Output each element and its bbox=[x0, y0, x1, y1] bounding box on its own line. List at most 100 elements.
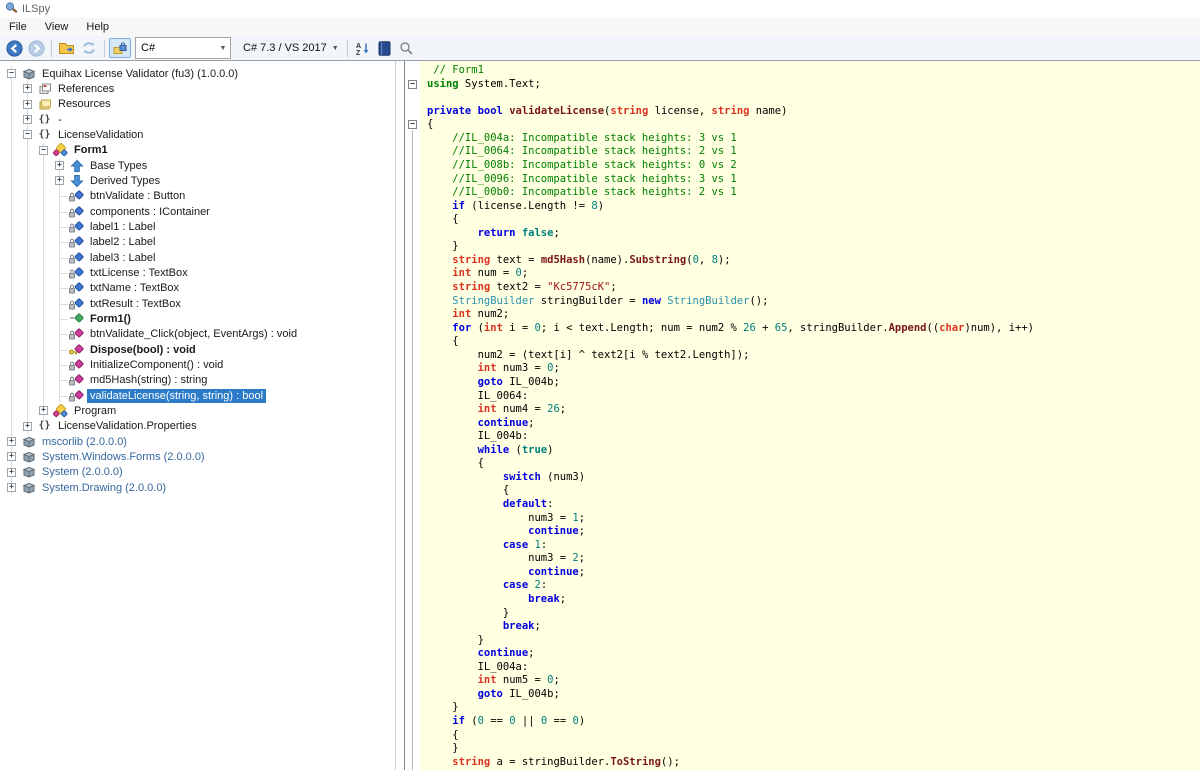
tree-item[interactable]: +System (2.0.0.0) bbox=[0, 465, 395, 480]
forward-button[interactable] bbox=[25, 38, 47, 58]
tree-item[interactable]: +System.Drawing (2.0.0.0) bbox=[0, 480, 395, 495]
expand-plus-icon[interactable]: + bbox=[23, 115, 32, 124]
fold-marker[interactable]: − bbox=[408, 120, 417, 129]
compiler-version-select[interactable]: C# 7.3 / VS 2017 ▼ bbox=[239, 40, 343, 56]
tree-expander[interactable]: + bbox=[4, 480, 20, 495]
tree-item[interactable]: txtResult : TextBox bbox=[0, 296, 395, 311]
tree-guide-line bbox=[36, 388, 52, 403]
folding-gutter: −− bbox=[405, 61, 420, 770]
tree-item[interactable]: +mscorlib (2.0.0.0) bbox=[0, 434, 395, 449]
tree-item[interactable]: +{}- bbox=[0, 112, 395, 127]
menu-view[interactable]: View bbox=[36, 19, 78, 35]
tree-guide-line bbox=[52, 250, 68, 265]
expand-plus-icon[interactable]: + bbox=[55, 161, 64, 170]
tree-item[interactable]: Form1() bbox=[0, 311, 395, 326]
tree-item[interactable]: validateLicense(string, string) : bool bbox=[0, 388, 395, 403]
tree-item[interactable]: txtLicense : TextBox bbox=[0, 265, 395, 280]
back-button[interactable] bbox=[3, 38, 25, 58]
panel-splitter[interactable] bbox=[396, 61, 404, 770]
menu-help[interactable]: Help bbox=[77, 19, 118, 35]
tree-expander[interactable]: + bbox=[52, 173, 68, 188]
expand-plus-icon[interactable]: + bbox=[23, 422, 32, 431]
tree-guide-line bbox=[20, 403, 36, 418]
collapse-minus-icon[interactable]: − bbox=[7, 69, 16, 78]
tree-guide-line bbox=[4, 127, 20, 142]
expand-plus-icon[interactable]: + bbox=[7, 437, 16, 446]
tree-item[interactable]: Dispose(bool) : void bbox=[0, 342, 395, 357]
collapse-minus-icon[interactable]: − bbox=[23, 130, 32, 139]
tree-item[interactable]: +References bbox=[0, 81, 395, 96]
tree-expander[interactable]: + bbox=[52, 158, 68, 173]
tree-item[interactable]: + Resources bbox=[0, 97, 395, 112]
tree-expander[interactable]: + bbox=[20, 419, 36, 434]
tree-guide-line bbox=[4, 265, 20, 280]
code-line: IL_004a: bbox=[427, 661, 1200, 675]
tree-item[interactable]: btnValidate : Button bbox=[0, 189, 395, 204]
tree-expander[interactable]: + bbox=[36, 403, 52, 418]
field-icon bbox=[68, 251, 85, 265]
tree-item[interactable]: +{}LicenseValidation.Properties bbox=[0, 419, 395, 434]
open-from-gac-button[interactable] bbox=[109, 38, 131, 58]
tree-guide-line bbox=[20, 311, 36, 326]
code-line: IL_004b: bbox=[427, 430, 1200, 444]
code-line: int num4 = 26; bbox=[427, 403, 1200, 417]
tree-item[interactable]: +Program bbox=[0, 403, 395, 418]
field-icon bbox=[68, 297, 85, 311]
tree-item[interactable]: InitializeComponent() : void bbox=[0, 357, 395, 372]
tree-item[interactable]: +System.Windows.Forms (2.0.0.0) bbox=[0, 449, 395, 464]
tree-item[interactable]: +Base Types bbox=[0, 158, 395, 173]
toolbar: C# ▼ C# 7.3 / VS 2017 ▼ AZ bbox=[0, 36, 1200, 60]
tree-expander[interactable]: + bbox=[4, 449, 20, 464]
code-line: string text2 = "Kc5775cK"; bbox=[427, 281, 1200, 295]
assembly-tree-panel[interactable]: −Equihax License Validator (fu3) (1.0.0.… bbox=[0, 61, 396, 770]
tree-item[interactable]: txtName : TextBox bbox=[0, 281, 395, 296]
tree-guide-line bbox=[36, 235, 52, 250]
code-line: continue; bbox=[427, 566, 1200, 580]
tree-item[interactable]: +Derived Types bbox=[0, 173, 395, 188]
book-button[interactable] bbox=[374, 38, 396, 58]
expand-plus-icon[interactable]: + bbox=[23, 100, 32, 109]
expand-plus-icon[interactable]: + bbox=[7, 452, 16, 461]
tree-expander[interactable]: + bbox=[20, 112, 36, 127]
tree-expander[interactable]: + bbox=[20, 97, 36, 112]
tree-item[interactable]: btnValidate_Click(object, EventArgs) : v… bbox=[0, 327, 395, 342]
fold-marker[interactable]: − bbox=[408, 80, 417, 89]
tree-item-label: Resources bbox=[55, 97, 114, 111]
expand-plus-icon[interactable]: + bbox=[7, 468, 16, 477]
language-select[interactable]: C# ▼ bbox=[135, 37, 231, 59]
code-line: continue; bbox=[427, 417, 1200, 431]
menu-file[interactable]: File bbox=[0, 19, 36, 35]
tree-item[interactable]: md5Hash(string) : string bbox=[0, 373, 395, 388]
sort-assemblies-button[interactable]: AZ bbox=[352, 38, 374, 58]
tree-item[interactable]: label2 : Label bbox=[0, 235, 395, 250]
code-panel[interactable]: −− // Form1using System.Text; private bo… bbox=[404, 61, 1200, 770]
tree-item[interactable]: −Equihax License Validator (fu3) (1.0.0.… bbox=[0, 66, 395, 81]
tree-expander[interactable]: − bbox=[20, 127, 36, 142]
tree-item[interactable]: components : IContainer bbox=[0, 204, 395, 219]
expand-plus-icon[interactable]: + bbox=[39, 406, 48, 415]
sort-assemblies-icon: AZ bbox=[355, 41, 370, 56]
svg-text:Z: Z bbox=[356, 50, 361, 56]
expand-plus-icon[interactable]: + bbox=[7, 483, 16, 492]
tree-expander[interactable]: − bbox=[4, 66, 20, 81]
tree-expander[interactable]: + bbox=[4, 434, 20, 449]
refresh-button[interactable] bbox=[78, 38, 100, 58]
tree-item[interactable]: −Form1 bbox=[0, 143, 395, 158]
open-file-button[interactable] bbox=[56, 38, 78, 58]
tree-item[interactable]: −{}LicenseValidation bbox=[0, 127, 395, 142]
tree-item[interactable]: label3 : Label bbox=[0, 250, 395, 265]
tree-expander[interactable]: + bbox=[4, 465, 20, 480]
search-button[interactable] bbox=[396, 38, 418, 58]
tree-item[interactable]: label1 : Label bbox=[0, 219, 395, 234]
tree-expander[interactable]: − bbox=[36, 143, 52, 158]
tree-item-label: InitializeComponent() : void bbox=[87, 358, 226, 372]
expand-plus-icon[interactable]: + bbox=[55, 176, 64, 185]
method-icon bbox=[68, 373, 85, 387]
book-icon bbox=[378, 41, 391, 56]
tree-item-label: txtName : TextBox bbox=[87, 281, 182, 295]
expand-plus-icon[interactable]: + bbox=[23, 84, 32, 93]
tree-expander[interactable]: + bbox=[20, 81, 36, 96]
decompiled-code-area[interactable]: // Form1using System.Text; private bool … bbox=[420, 61, 1200, 770]
tree-guide-line bbox=[4, 342, 20, 357]
collapse-minus-icon[interactable]: − bbox=[39, 146, 48, 155]
